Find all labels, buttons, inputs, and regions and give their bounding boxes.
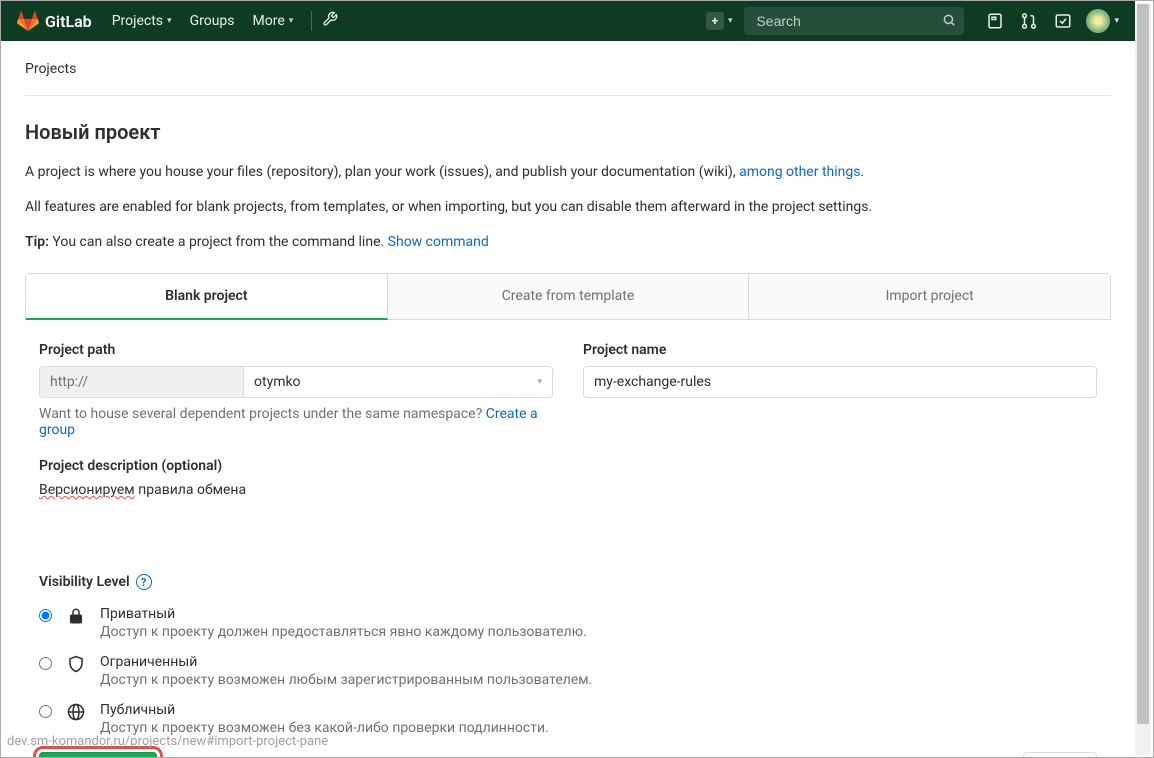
new-menu[interactable]: +▾ <box>706 12 733 30</box>
topbar: GitLab Projects▾ Groups More▾ +▾ ▾ <box>1 1 1135 41</box>
shield-icon <box>66 655 86 673</box>
cancel-button[interactable]: Cancel <box>1023 752 1097 757</box>
chevron-down-icon: ▾ <box>167 16 172 26</box>
show-command-link[interactable]: Show command <box>388 234 489 250</box>
help-icon[interactable]: ? <box>136 574 152 590</box>
chevron-down-icon: ▾ <box>289 16 294 26</box>
nav-groups[interactable]: Groups <box>190 13 235 29</box>
visibility-private-radio[interactable] <box>39 609 52 622</box>
project-type-tabs: Blank project Create from template Impor… <box>25 273 1111 320</box>
lock-icon <box>66 607 86 625</box>
chevron-down-icon: ▾ <box>728 16 733 26</box>
namespace-select[interactable]: otymko ▾ <box>244 366 553 398</box>
project-path-label: Project path <box>39 342 553 358</box>
path-prefix: http:// <box>39 366 244 398</box>
namespace-help: Want to house several dependent projects… <box>39 406 553 438</box>
chevron-down-icon: ▾ <box>537 377 542 387</box>
merge-requests-icon[interactable] <box>1020 12 1038 30</box>
todos-icon[interactable] <box>1054 12 1072 30</box>
create-project-button[interactable]: Create project <box>39 752 157 757</box>
search-icon <box>942 13 956 31</box>
chevron-down-icon: ▾ <box>1114 16 1119 26</box>
visibility-private-title: Приватный <box>100 606 587 622</box>
visibility-internal-title: Ограниченный <box>100 654 592 670</box>
brand-logo[interactable]: GitLab <box>17 11 92 31</box>
nav-projects[interactable]: Projects▾ <box>112 13 172 29</box>
scrollbar-thumb[interactable] <box>1137 4 1149 724</box>
visibility-private-desc: Доступ к проекту должен предоставляться … <box>100 624 587 640</box>
scrollbar[interactable] <box>1135 3 1151 755</box>
among-other-things-link[interactable]: among other things <box>739 164 860 180</box>
visibility-public-title: Публичный <box>100 702 549 718</box>
intro-text: A project is where you house your files … <box>25 162 1111 253</box>
search-input[interactable] <box>744 7 964 35</box>
tab-import-project[interactable]: Import project <box>749 274 1110 319</box>
brand-text: GitLab <box>45 12 92 31</box>
project-name-input[interactable] <box>583 366 1097 398</box>
divider <box>311 11 312 31</box>
admin-wrench-icon[interactable] <box>322 11 338 31</box>
gitlab-icon <box>17 11 39 31</box>
user-menu[interactable]: ▾ <box>1080 9 1119 33</box>
issues-icon[interactable] <box>986 12 1004 30</box>
project-description-input[interactable]: Версионируем правила обмена <box>39 482 1097 554</box>
avatar <box>1086 9 1110 33</box>
page-title: Новый проект <box>25 120 1111 144</box>
visibility-internal-desc: Доступ к проекту возможен любым зарегист… <box>100 672 592 688</box>
breadcrumb[interactable]: Projects <box>25 61 1111 96</box>
status-bar-url: dev.sm-komandor.ru/projects/new#import-p… <box>7 734 328 749</box>
project-description-label: Project description (optional) <box>39 458 1097 474</box>
plus-icon: + <box>706 12 724 30</box>
tab-blank-project[interactable]: Blank project <box>26 274 388 320</box>
visibility-label: Visibility Level <box>39 574 130 590</box>
globe-icon <box>66 703 86 721</box>
tab-create-from-template[interactable]: Create from template <box>388 274 750 319</box>
visibility-internal-radio[interactable] <box>39 657 52 670</box>
visibility-public-radio[interactable] <box>39 705 52 718</box>
nav-more[interactable]: More▾ <box>253 13 294 29</box>
project-name-label: Project name <box>583 342 1097 358</box>
